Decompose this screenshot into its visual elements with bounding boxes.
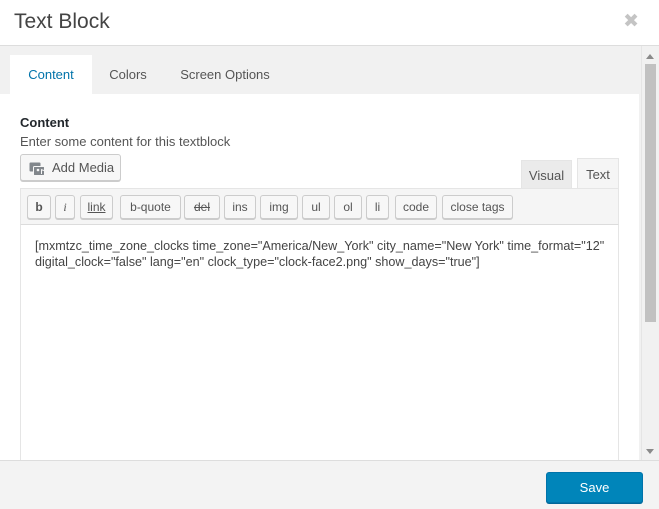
ol-button[interactable]: ol bbox=[334, 195, 362, 219]
section-label: Content bbox=[20, 115, 70, 130]
li-button[interactable]: li bbox=[366, 195, 389, 219]
add-media-label: Add Media bbox=[52, 160, 115, 175]
save-button[interactable]: Save bbox=[546, 472, 643, 503]
add-media-button[interactable]: Add Media bbox=[20, 154, 121, 181]
quicktags-toolbar: b i link b-quote del ins img ul ol li co… bbox=[20, 188, 619, 225]
dialog-header: Text Block ✖ bbox=[0, 0, 659, 46]
scroll-down-icon[interactable] bbox=[646, 449, 654, 454]
content-textarea[interactable]: [mxmtzc_time_zone_clocks time_zone="Amer… bbox=[20, 225, 619, 460]
media-icon bbox=[29, 160, 46, 185]
dialog-body: Content Colors Screen Options Content En… bbox=[0, 46, 641, 460]
tab-visual-mode[interactable]: Visual bbox=[521, 160, 572, 189]
img-button[interactable]: img bbox=[260, 195, 298, 219]
bold-button[interactable]: b bbox=[27, 195, 51, 219]
link-button[interactable]: link bbox=[80, 195, 113, 219]
code-button[interactable]: code bbox=[395, 195, 437, 219]
close-icon[interactable]: ✖ bbox=[623, 11, 639, 33]
ul-button[interactable]: ul bbox=[302, 195, 330, 219]
ins-button[interactable]: ins bbox=[224, 195, 256, 219]
scroll-thumb[interactable] bbox=[645, 64, 656, 322]
blockquote-button[interactable]: b-quote bbox=[120, 195, 181, 219]
italic-button[interactable]: i bbox=[55, 195, 75, 219]
dialog-title: Text Block bbox=[14, 10, 110, 33]
section-description: Enter some content for this textblock bbox=[20, 134, 231, 149]
del-button[interactable]: del bbox=[184, 195, 220, 219]
scroll-up-icon[interactable] bbox=[646, 54, 654, 59]
close-tags-button[interactable]: close tags bbox=[442, 195, 513, 219]
scrollbar[interactable] bbox=[641, 46, 659, 460]
editor-text: [mxmtzc_time_zone_clocks time_zone="Amer… bbox=[35, 239, 608, 269]
tab-content[interactable]: Content bbox=[10, 55, 92, 94]
dialog-footer: Save bbox=[0, 460, 659, 509]
tab-colors[interactable]: Colors bbox=[92, 55, 164, 94]
tab-screen-options[interactable]: Screen Options bbox=[164, 55, 286, 94]
content-panel: Content Enter some content for this text… bbox=[0, 94, 639, 460]
tab-text-mode[interactable]: Text bbox=[577, 158, 619, 189]
